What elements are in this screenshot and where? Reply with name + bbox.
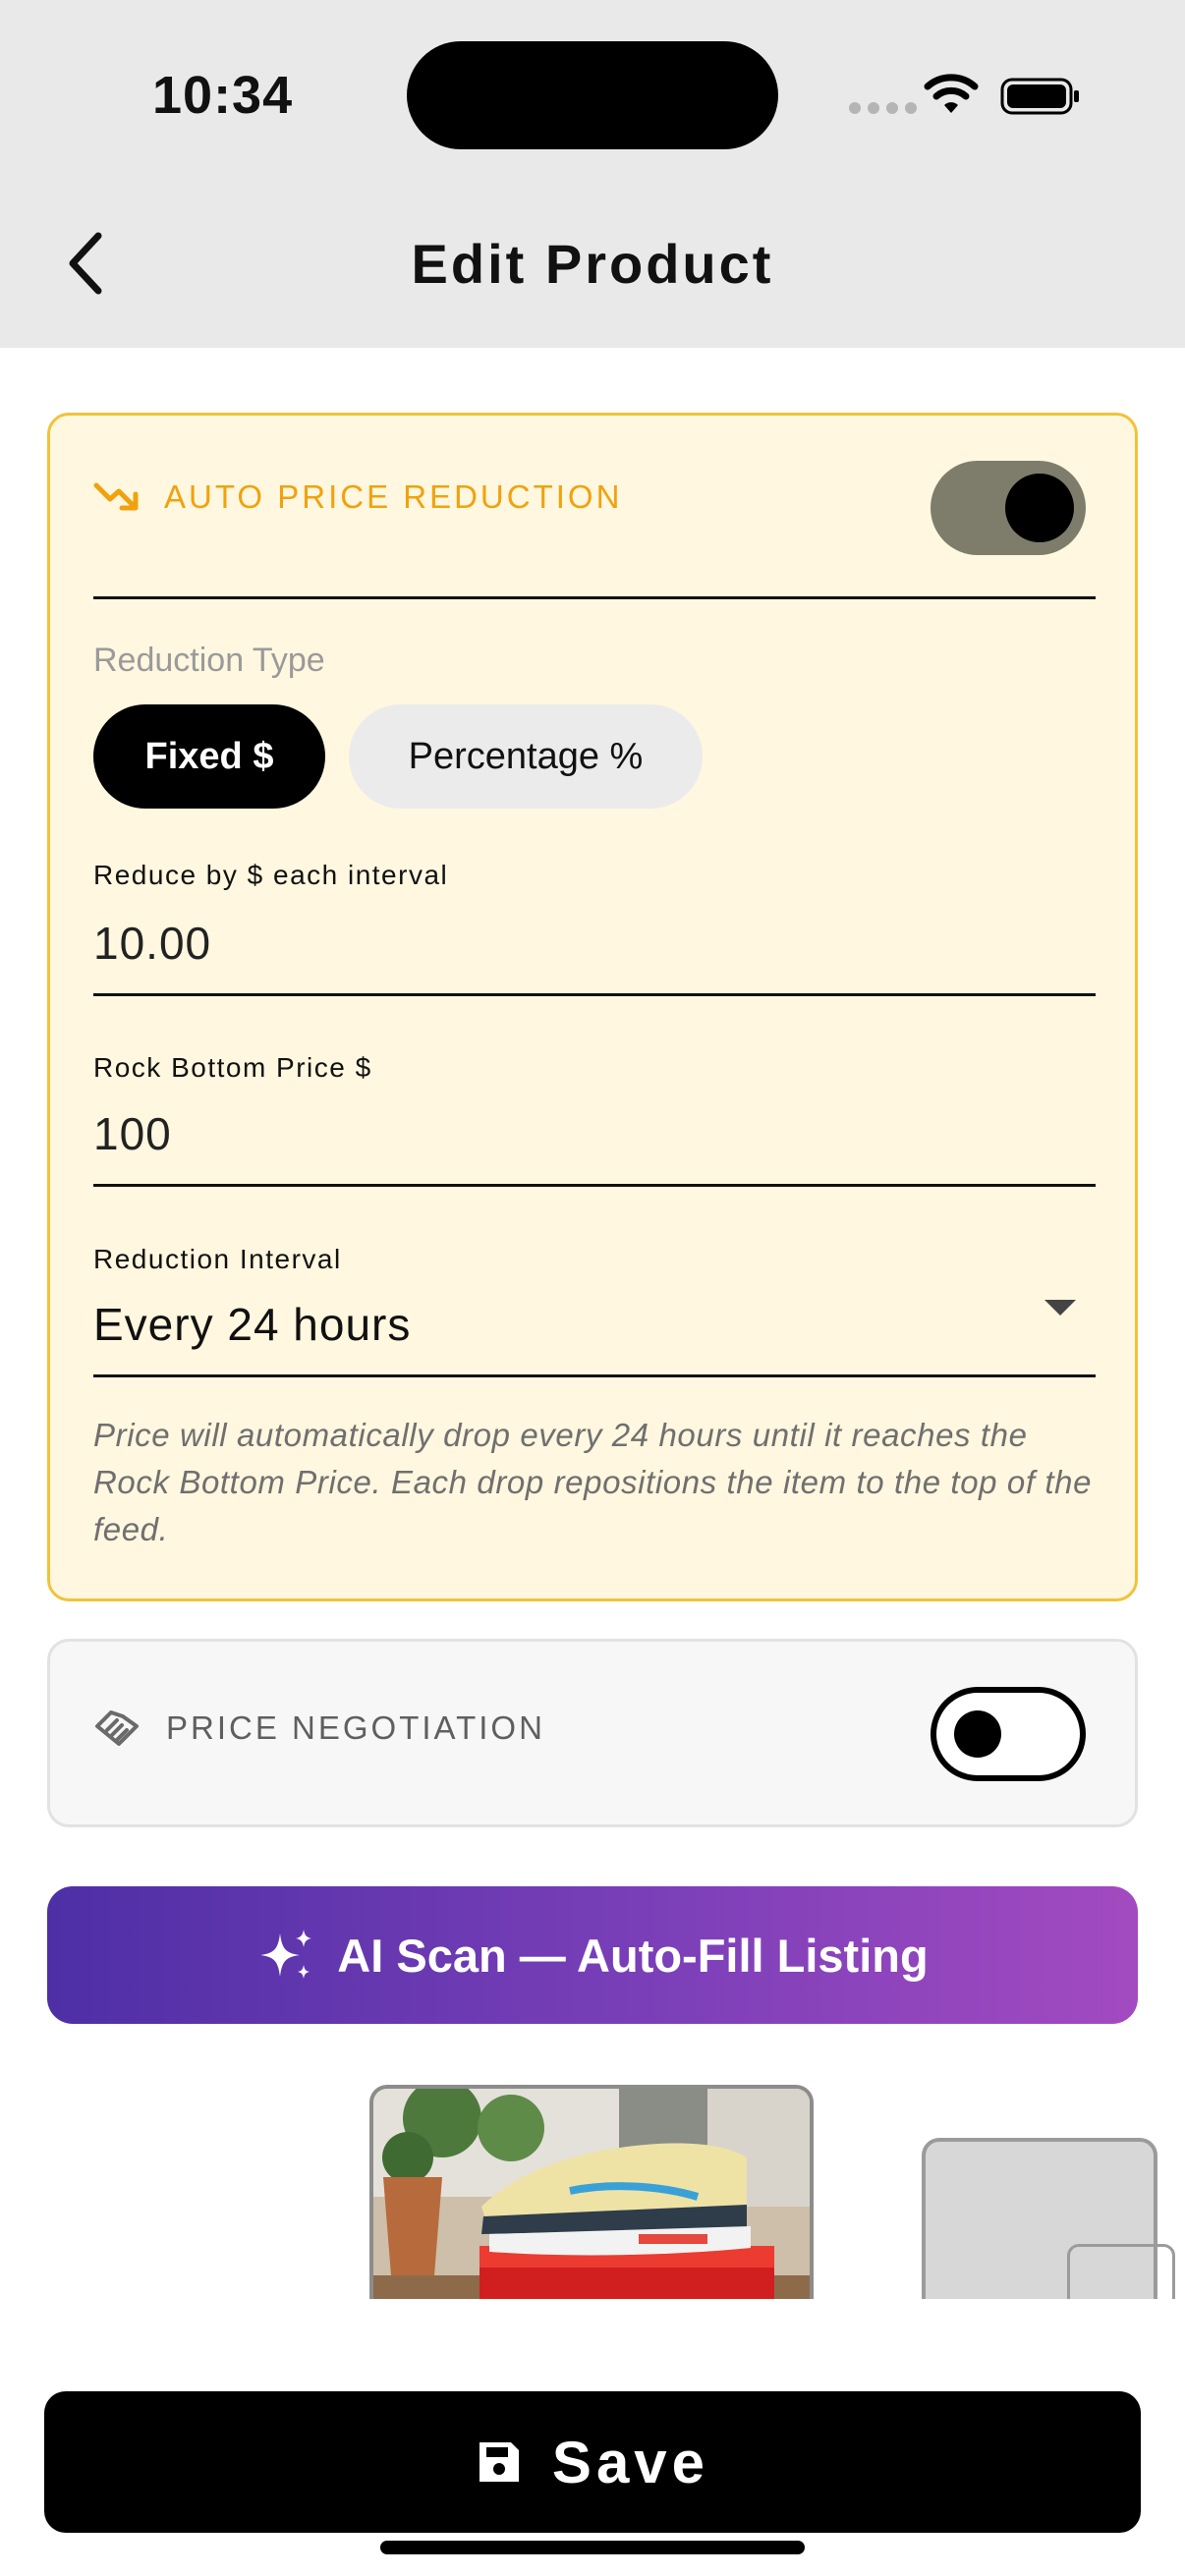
price-negotiation-header: PRICE NEGOTIATION xyxy=(93,1707,545,1750)
auto-price-reduction-card: AUTO PRICE REDUCTION Reduction Type Fixe… xyxy=(47,413,1138,1601)
floppy-disk-icon xyxy=(479,2442,519,2482)
dropdown-arrow-icon[interactable] xyxy=(1044,1300,1076,1316)
empty-photo-slot[interactable] xyxy=(922,2138,1175,2299)
home-indicator xyxy=(380,2541,805,2554)
price-negotiation-label: PRICE NEGOTIATION xyxy=(166,1709,545,1746)
reduce-by-field[interactable]: 10.00 xyxy=(93,917,211,970)
rock-bottom-label: Rock Bottom Price $ xyxy=(93,1052,372,1083)
auto-price-reduction-toggle[interactable] xyxy=(931,461,1086,555)
save-button[interactable]: Save xyxy=(44,2391,1141,2533)
reduction-type-percentage-button[interactable]: Percentage % xyxy=(349,704,703,809)
divider xyxy=(93,596,1096,599)
toggle-knob xyxy=(1005,474,1074,542)
reduction-interval-label: Reduction Interval xyxy=(93,1244,342,1274)
battery-icon xyxy=(1000,78,1079,115)
reduction-type-fixed-button[interactable]: Fixed $ xyxy=(93,704,325,809)
toggle-knob xyxy=(954,1710,1001,1758)
sneaker-photo xyxy=(373,2089,810,2299)
sparkles-icon xyxy=(260,1930,312,1979)
price-negotiation-card: PRICE NEGOTIATION xyxy=(47,1639,1138,1827)
auto-reduction-help-text: Price will automatically drop every 24 h… xyxy=(93,1417,1093,1547)
trending-down-icon xyxy=(93,482,139,511)
price-negotiation-toggle[interactable] xyxy=(931,1687,1086,1781)
status-time: 10:34 xyxy=(152,66,294,125)
ai-scan-button[interactable]: AI Scan — Auto-Fill Listing xyxy=(47,1886,1138,2024)
reduce-by-label: Reduce by $ each interval xyxy=(93,860,449,890)
rock-bottom-field[interactable]: 100 xyxy=(93,1107,172,1160)
field-underline xyxy=(93,1374,1096,1377)
page-title: Edit Product xyxy=(411,233,774,295)
top-bar: 10:34 Edit Product xyxy=(0,0,1185,348)
handshake-icon xyxy=(95,1710,139,1746)
product-photo[interactable] xyxy=(369,2085,814,2299)
ai-scan-label: AI Scan — Auto-Fill Listing xyxy=(337,1929,929,1982)
save-label: Save xyxy=(551,2429,710,2495)
wifi-icon xyxy=(924,74,979,113)
auto-price-reduction-label: AUTO PRICE REDUCTION xyxy=(164,478,623,515)
photo-carousel[interactable] xyxy=(0,2083,1185,2299)
photo-placeholder-icon xyxy=(1067,2244,1175,2299)
reduction-type-label: Reduction Type xyxy=(93,642,325,679)
field-underline xyxy=(93,993,1096,996)
cellular-signal-icon xyxy=(849,102,917,114)
dynamic-island xyxy=(407,41,778,149)
field-underline xyxy=(93,1184,1096,1187)
reduction-interval-dropdown[interactable]: Every 24 hours xyxy=(93,1298,411,1351)
auto-price-reduction-header: AUTO PRICE REDUCTION xyxy=(93,478,622,516)
